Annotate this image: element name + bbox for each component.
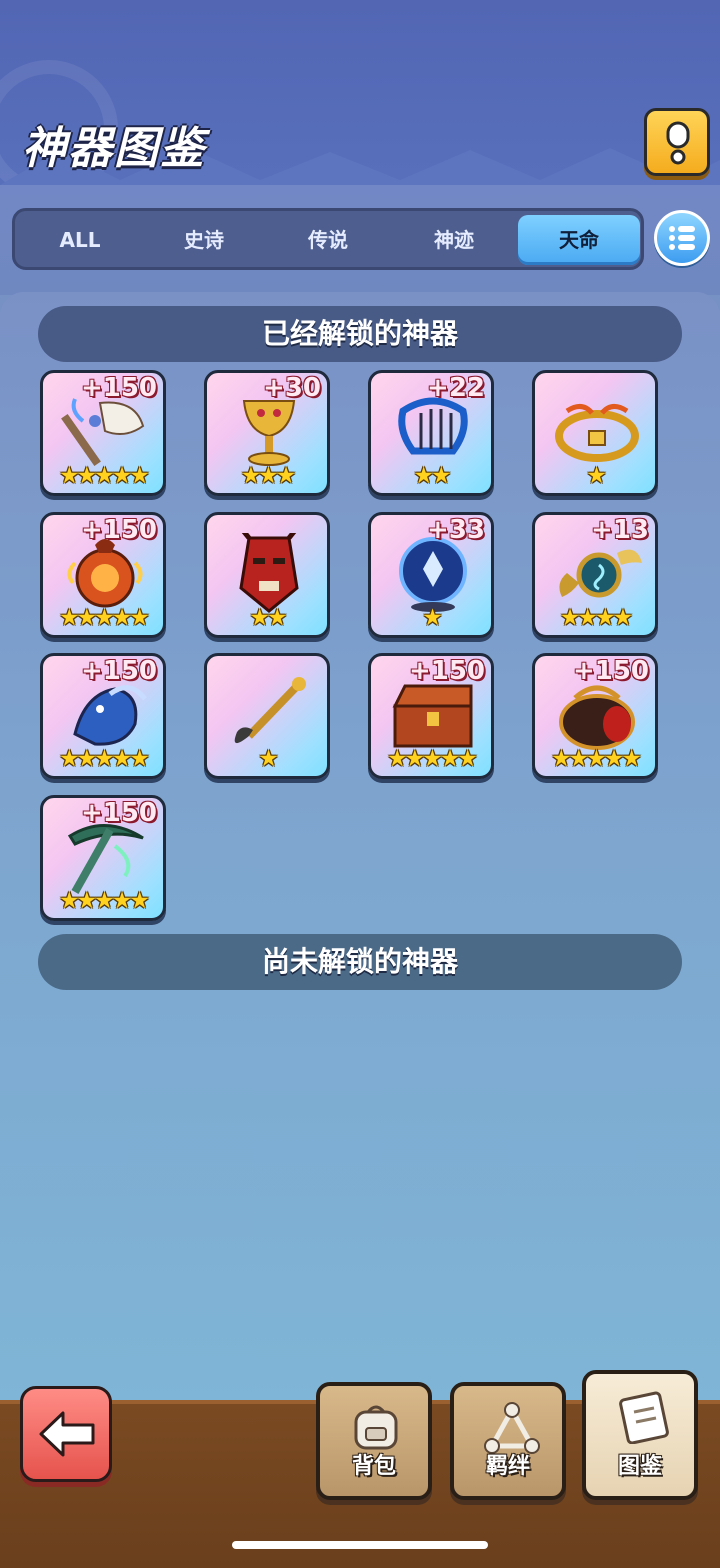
rarity-tabs: ALL 史诗 传说 神迹 天命: [12, 208, 644, 270]
artifact-card-pickaxe[interactable]: +150 ★★★★★: [40, 795, 166, 921]
backpack-icon: [354, 1405, 398, 1450]
artifact-card-cauldron[interactable]: +150 ★★★★★: [532, 653, 658, 779]
harp-icon: [398, 397, 468, 455]
treasure-chest-icon: [392, 684, 473, 748]
golden-brush-icon: [234, 677, 306, 744]
artifact-card-winged-emblem[interactable]: +13 ★★★★: [532, 512, 658, 638]
tab-destiny[interactable]: 天命: [518, 215, 640, 265]
artifact-card-fire-orb[interactable]: +150 ★★★★★: [40, 512, 166, 638]
axe-icon: [61, 398, 145, 467]
bond-label: 羁绊: [485, 1454, 530, 1479]
locked-section-title: 尚未解锁的神器: [38, 934, 682, 990]
star-rating: ★★: [249, 605, 287, 631]
star-rating: ★★★★★: [58, 605, 150, 631]
help-button[interactable]: [644, 108, 710, 176]
tab-all[interactable]: ALL: [19, 215, 141, 265]
bag-button[interactable]: 背包: [316, 1382, 432, 1500]
star-rating: ★★★★: [559, 605, 633, 631]
list-menu-button[interactable]: [654, 210, 710, 266]
artifact-card-crystal-ball[interactable]: +33 ★: [368, 512, 494, 638]
star-rating: ★★★: [240, 463, 297, 489]
exclamation-icon: [666, 121, 690, 165]
list-icon: [669, 226, 695, 250]
artifact-card-dragon[interactable]: +150 ★★★★★: [40, 653, 166, 779]
star-rating: ★★★★★: [58, 463, 150, 489]
star-rating: ★★★★★: [386, 746, 478, 772]
tab-legend[interactable]: 传说: [267, 215, 389, 265]
artifact-card-chalice[interactable]: +30 ★★★: [204, 370, 330, 496]
bonus-label: +150: [80, 373, 157, 403]
golden-crown-icon: [555, 404, 639, 462]
artifact-card-axe[interactable]: +150 ★★★★★: [40, 370, 166, 496]
bonus-label: +150: [80, 515, 157, 545]
star-rating: ★★: [413, 463, 451, 489]
dragon-icon: [73, 685, 147, 746]
bonus-label: +33: [427, 515, 485, 545]
tab-epic[interactable]: 史诗: [143, 215, 265, 265]
jade-pickaxe-icon: [67, 824, 144, 894]
artifact-card-chest[interactable]: +150 ★★★★★: [368, 653, 494, 779]
bonus-label: +150: [80, 798, 157, 828]
demon-mask-icon: [239, 533, 299, 613]
arrow-left-icon: [39, 1411, 95, 1457]
codex-book-icon: [619, 1391, 669, 1444]
tab-miracle[interactable]: 神迹: [393, 215, 515, 265]
codex-button[interactable]: 图鉴: [582, 1370, 698, 1500]
bond-button[interactable]: 羁绊: [450, 1382, 566, 1500]
artifact-card-brush[interactable]: ★: [204, 653, 330, 779]
bonus-label: +22: [427, 373, 485, 403]
winged-emblem-icon: [559, 549, 642, 598]
home-indicator: [232, 1541, 488, 1549]
bonus-label: +150: [572, 656, 649, 686]
bonus-label: +150: [80, 656, 157, 686]
codex-label: 图鉴: [617, 1454, 662, 1479]
artifact-card-crown[interactable]: ★: [532, 370, 658, 496]
unlocked-section-title: 已经解锁的神器: [38, 306, 682, 362]
star-rating: ★: [422, 605, 443, 631]
page-title: 神器图鉴: [22, 123, 206, 174]
bonus-label: +13: [591, 515, 649, 545]
demon-cauldron-icon: [559, 685, 635, 750]
star-rating: ★★★★★: [550, 746, 642, 772]
crystal-ball-icon: [399, 537, 467, 612]
artifact-card-harp[interactable]: +22 ★★: [368, 370, 494, 496]
artifact-card-mask[interactable]: ★★: [204, 512, 330, 638]
fire-orb-icon: [67, 539, 143, 608]
star-rating: ★★★★★: [58, 888, 150, 914]
star-rating: ★★★★★: [58, 746, 150, 772]
bag-label: 背包: [351, 1454, 396, 1479]
bonus-label: +150: [408, 656, 485, 686]
star-rating: ★: [258, 746, 279, 772]
back-button[interactable]: [20, 1386, 112, 1482]
golden-chalice-icon: [242, 400, 296, 466]
bonus-label: +30: [263, 373, 321, 403]
star-rating: ★: [586, 463, 607, 489]
